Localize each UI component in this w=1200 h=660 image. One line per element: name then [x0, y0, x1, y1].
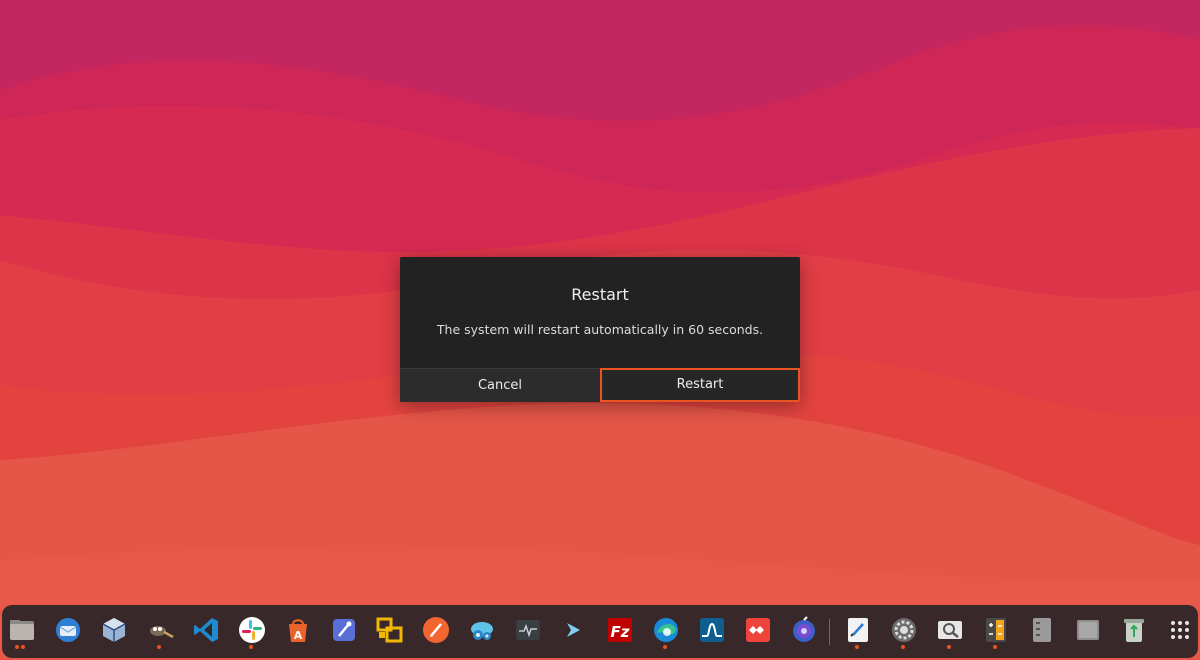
cancel-button[interactable]: Cancel: [400, 368, 600, 402]
terminal-arrow-icon[interactable]: [559, 615, 589, 645]
calculator-icon[interactable]: [981, 615, 1011, 645]
vmware-icon[interactable]: [375, 615, 405, 645]
gimp-icon[interactable]: [145, 615, 175, 645]
cloud-gear-icon[interactable]: [467, 615, 497, 645]
slack-icon[interactable]: [237, 615, 267, 645]
image-viewer-icon[interactable]: [935, 615, 965, 645]
desktop: Restart The system will restart automati…: [0, 0, 1200, 660]
show-apps-icon[interactable]: [1165, 615, 1195, 645]
svg-text:Fz: Fz: [611, 623, 630, 641]
filezilla-icon[interactable]: Fz: [605, 615, 635, 645]
settings-icon[interactable]: [889, 615, 919, 645]
app-center-icon[interactable]: A: [283, 615, 313, 645]
thunderbird-icon[interactable]: [53, 615, 83, 645]
pen-app-icon[interactable]: [421, 615, 451, 645]
running-indicator: [855, 645, 859, 649]
dialog-title: Restart: [400, 285, 800, 304]
dock-separator: [829, 619, 830, 645]
anydesk-icon[interactable]: [743, 615, 773, 645]
trash-icon[interactable]: [1119, 615, 1149, 645]
running-indicator: [249, 645, 253, 649]
editor-icon[interactable]: [329, 615, 359, 645]
tor-browser-icon[interactable]: [789, 615, 819, 645]
ssd-icon[interactable]: [1073, 615, 1103, 645]
system-monitor-icon[interactable]: [513, 615, 543, 645]
running-indicator: [947, 645, 951, 649]
running-indicator: [157, 645, 161, 649]
restart-button[interactable]: Restart: [600, 368, 800, 402]
waveform-icon[interactable]: [697, 615, 727, 645]
restart-dialog: Restart The system will restart automati…: [400, 257, 800, 402]
svg-text:A: A: [294, 629, 303, 642]
dialog-message: The system will restart automatically in…: [400, 322, 800, 337]
dock: A Fz: [2, 605, 1198, 658]
disks-icon[interactable]: [1027, 615, 1057, 645]
running-indicator: [663, 645, 667, 649]
text-editor-icon[interactable]: [843, 615, 873, 645]
running-indicator: [993, 645, 997, 649]
running-indicator: [901, 645, 905, 649]
virtualbox-icon[interactable]: [99, 615, 129, 645]
running-indicator: [15, 645, 19, 649]
running-indicator: [21, 645, 25, 649]
vscode-icon[interactable]: [191, 615, 221, 645]
files-icon[interactable]: [7, 615, 37, 645]
edge-icon[interactable]: [651, 615, 681, 645]
